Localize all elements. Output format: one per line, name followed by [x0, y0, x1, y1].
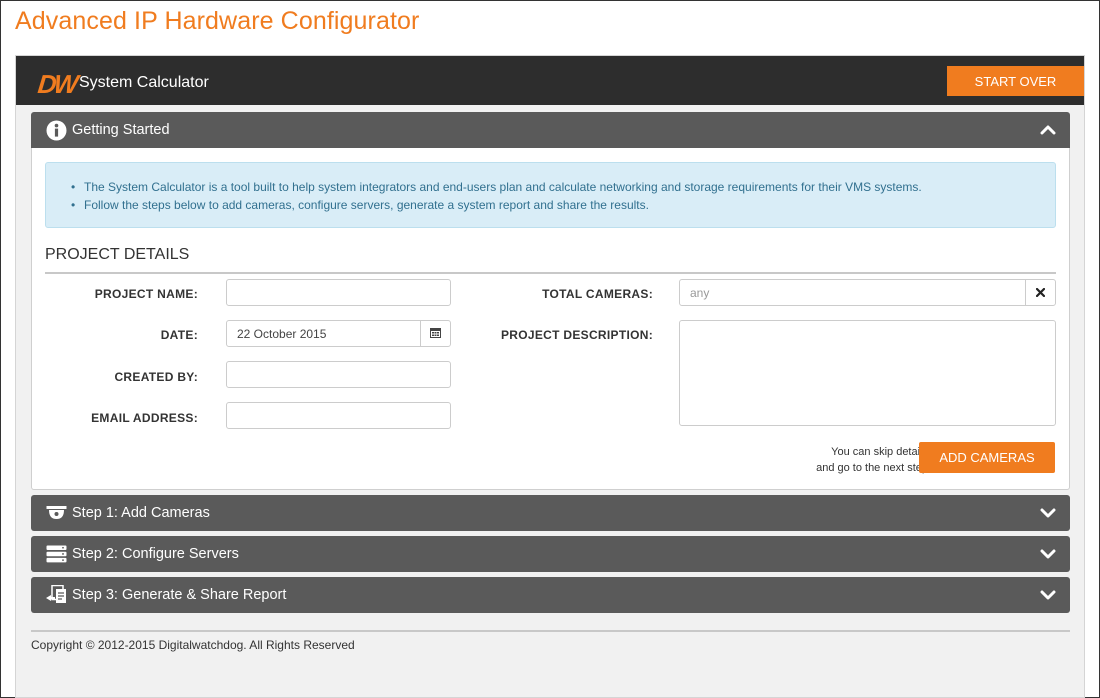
info-line: The System Calculator is a tool built to… — [71, 178, 1055, 196]
report-share-icon — [45, 584, 67, 606]
step-1-title: Step 1: Add Cameras — [72, 505, 210, 521]
info-icon — [45, 119, 67, 141]
clear-total-cameras-button[interactable] — [1025, 279, 1056, 306]
start-over-button[interactable]: START OVER — [947, 66, 1084, 96]
info-line: Follow the steps below to add cameras, c… — [71, 196, 1055, 214]
project-description-label: PROJECT DESCRIPTION: — [500, 328, 653, 342]
total-cameras-input[interactable]: any — [679, 279, 1026, 306]
skip-note-line: You can skip details — [831, 446, 928, 458]
project-description-textarea[interactable] — [679, 320, 1056, 426]
chevron-up-icon[interactable] — [1040, 123, 1056, 137]
project-name-label: PROJECT NAME: — [94, 287, 198, 301]
chevron-down-icon[interactable] — [1040, 506, 1056, 520]
project-details-title: PROJECT DETAILS — [45, 246, 1056, 274]
info-box: The System Calculator is a tool built to… — [45, 162, 1056, 228]
close-icon — [1035, 284, 1046, 302]
chevron-down-icon[interactable] — [1040, 588, 1056, 602]
calendar-button[interactable] — [420, 320, 451, 347]
email-input[interactable] — [226, 402, 451, 429]
getting-started-title: Getting Started — [72, 122, 170, 138]
created-by-label: CREATED BY: — [114, 370, 198, 384]
date-input[interactable]: 22 October 2015 — [226, 320, 421, 347]
app-name: System Calculator — [79, 74, 209, 91]
skip-note-line: and go to the next step — [816, 462, 928, 474]
getting-started-header[interactable]: Getting Started — [31, 112, 1070, 148]
copyright-text: Copyright © 2012-2015 Digitalwatchdog. A… — [31, 638, 355, 652]
calendar-icon — [430, 325, 441, 343]
server-icon — [45, 543, 67, 565]
date-label: DATE: — [160, 328, 198, 342]
email-label: EMAIL ADDRESS: — [91, 411, 198, 425]
camera-dome-icon — [45, 502, 67, 524]
page-title: Advanced IP Hardware Configurator — [15, 7, 420, 35]
total-cameras-label: TOTAL CAMERAS: — [542, 287, 653, 301]
chevron-down-icon[interactable] — [1040, 547, 1056, 561]
step-2-title: Step 2: Configure Servers — [72, 546, 239, 562]
getting-started-body: The System Calculator is a tool built to… — [31, 148, 1070, 490]
dw-logo: DW — [36, 68, 77, 99]
created-by-input[interactable] — [226, 361, 451, 388]
step-generate-report-header[interactable]: Step 3: Generate & Share Report — [31, 577, 1070, 613]
step-configure-servers-header[interactable]: Step 2: Configure Servers — [31, 536, 1070, 572]
app-frame: DW System Calculator START OVER Getting … — [15, 55, 1085, 698]
step-3-title: Step 3: Generate & Share Report — [72, 587, 287, 603]
add-cameras-button[interactable]: ADD CAMERAS — [919, 442, 1055, 473]
footer-divider — [31, 630, 1070, 632]
project-name-input[interactable] — [226, 279, 451, 306]
step-add-cameras-header[interactable]: Step 1: Add Cameras — [31, 495, 1070, 531]
skip-note: You can skip details and go to the next … — [816, 444, 928, 476]
top-bar: DW System Calculator START OVER — [16, 56, 1084, 105]
